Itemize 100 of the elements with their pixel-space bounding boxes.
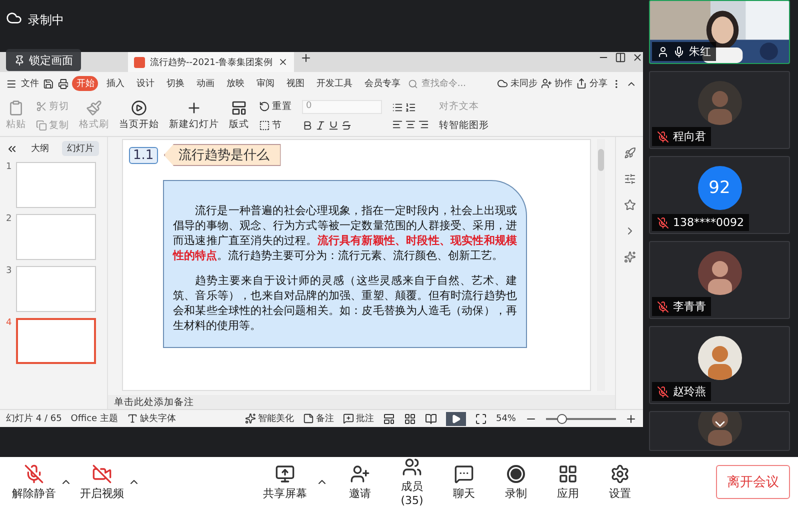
ribbon-tab[interactable]: 设计 [132,76,158,91]
sparkle-icon[interactable] [624,251,636,263]
file-menu[interactable]: 文件 [20,77,39,90]
bold-icon[interactable] [302,120,313,131]
toolbar-button[interactable]: 开启视频 [76,464,128,500]
toolbar-button[interactable]: 共享屏幕 [254,464,316,500]
user-plus-icon [541,78,552,89]
presentation-icon [134,56,145,68]
missing-font-button[interactable]: 缺失字体 [126,412,176,425]
plus-icon[interactable] [300,52,312,64]
slide-number: 1 [6,162,12,172]
ribbon-tab[interactable]: 会员专享 [360,76,404,91]
copy-icon [36,120,47,130]
lock-screen-button[interactable]: 锁定画面 [6,49,81,71]
italic-icon[interactable] [315,120,326,131]
sparkle-icon [244,413,256,424]
print-icon[interactable] [58,78,68,90]
slide-number: 4 [6,318,12,328]
cloud-icon [6,10,22,26]
toolbar-button[interactable]: 录制 [490,464,542,500]
play-button[interactable]: 当页开始 [119,100,159,131]
toolbar-button[interactable]: 聊天 [438,464,490,500]
zoom-in-icon[interactable] [625,412,637,424]
align-left-icon[interactable] [392,118,403,130]
save-icon[interactable] [42,78,54,90]
slide-paragraph: 趋势主要来自于设计师的灵感（这些灵感来自于自然、艺术、建筑、音乐等），也来自对品牌的加强、重塑、颠覆。但有时流行趋势也会和某些全球性的社会问题相关。如：皮毛替换为人造毛（动保），再生材料的使用等。 [173,273,517,333]
smart-art-button[interactable]: 转智能图形 [439,118,489,132]
layout-button[interactable]: 版式 [229,100,249,131]
leave-meeting-button[interactable]: 离开会议 [716,465,790,499]
ribbon-tab[interactable]: 动画 [192,76,218,91]
settings-icon [610,464,630,484]
slide-thumbnail[interactable] [16,214,96,260]
beautify-button[interactable]: 智能美化 [244,412,294,425]
participant-name: 程向君 [652,127,711,146]
toolbar-button[interactable]: 未同步 [497,77,538,90]
zoom-slider[interactable] [557,414,568,424]
ribbon-tab[interactable]: 视图 [282,76,308,91]
slide-thumbnail[interactable] [16,266,96,312]
ribbon-tab[interactable]: 插入 [102,76,128,91]
toolbar-button[interactable]: 分享 [576,77,608,90]
slide-thumbnail[interactable] [16,318,96,364]
numbering-icon[interactable] [405,102,416,112]
panel-tab[interactable]: 幻灯片 [62,141,99,156]
document-tab[interactable]: 流行趋势--2021-鲁泰集团案例 [128,52,294,72]
notes-button[interactable]: 备注 [302,412,334,425]
toolbar-button[interactable]: 邀请 [334,464,386,500]
reset-icon [259,100,270,112]
restore-icon[interactable] [615,52,626,63]
share-icon [576,78,588,89]
fit-icon[interactable] [474,412,487,424]
menu-icon[interactable] [6,78,17,90]
normal-view-icon[interactable] [382,412,395,424]
comment-icon [342,413,354,424]
section-icon [259,120,270,130]
new-slide-button[interactable]: 新建幻灯片 [169,100,219,131]
notes-field[interactable]: 单击此处添加备注 [108,395,615,409]
align-center-icon[interactable] [405,118,416,130]
slideshow-button[interactable] [446,412,466,426]
section-button[interactable]: 节 [259,118,292,132]
font-icon [126,413,138,424]
ribbon-tab[interactable]: 开始 [72,76,98,91]
participant-name: 138****0092 [652,214,749,231]
ribbon-tab[interactable]: 审阅 [252,76,278,91]
ribbon-tab[interactable]: 开发工具 [312,76,356,91]
camera-off-icon [92,464,112,484]
recording-status: 录制中 [28,12,64,29]
play-icon [450,414,461,424]
participant-name: 赵玲燕 [652,382,711,401]
toolbar-button[interactable]: 解除静音 [8,464,60,500]
slide-thumbnail[interactable] [16,162,96,208]
reset-button[interactable]: 重置 [259,100,292,112]
bullets-icon[interactable] [392,102,403,112]
comments-button[interactable]: 批注 [342,412,374,425]
layout-icon [231,100,247,116]
toolbar-button[interactable]: 设置 [594,464,646,500]
people-icon [402,457,422,477]
grid-view-icon[interactable] [404,412,416,424]
sliders-icon[interactable] [624,173,636,185]
strikethrough-icon[interactable] [341,120,352,131]
scrollbar-thumb[interactable] [598,149,604,171]
toolbar-button[interactable]: 成员(35) [386,457,438,507]
participant-name: 李青青 [652,297,711,316]
slide-count: 幻灯片 4 / 65 [6,412,62,425]
toolbar-button[interactable]: 应用 [542,464,594,500]
reading-view-icon[interactable] [424,412,437,424]
ribbon-tab[interactable]: 放映 [222,76,248,91]
ribbon-tab[interactable]: 切换 [162,76,188,91]
toolbar-button[interactable]: 协作 [541,77,572,90]
close-icon[interactable] [632,52,643,63]
record-icon [506,464,526,484]
avatar: 92 [698,166,742,210]
align-right-icon[interactable] [418,118,429,130]
pin-icon [14,54,25,66]
underline-icon[interactable] [328,120,339,131]
screen-share-icon [275,464,295,484]
panel-tab[interactable]: 大纲 [26,141,54,156]
star-icon[interactable] [624,199,636,211]
rocket-icon[interactable] [624,147,636,159]
close-icon[interactable] [278,57,288,67]
plus-icon [186,100,202,116]
